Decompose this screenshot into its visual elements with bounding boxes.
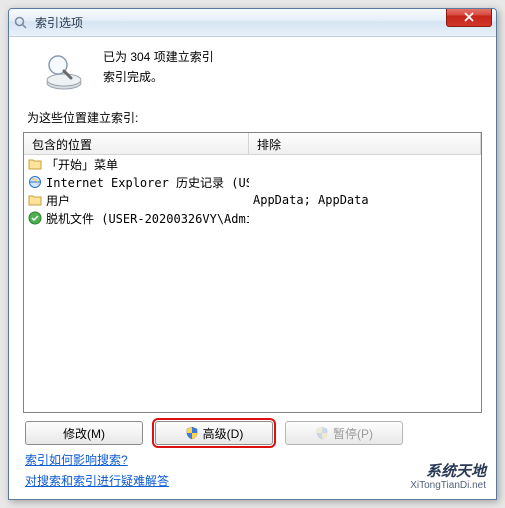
status-row: 已为 304 项建立索引 索引完成。 <box>23 47 482 91</box>
list-item-exclude: AppData; AppData <box>249 193 481 207</box>
advanced-button[interactable]: 高级(D) <box>155 421 273 445</box>
list-item-label: 用户 <box>46 192 70 209</box>
button-label: 高级(D) <box>203 425 244 442</box>
offline-files-icon <box>28 211 42 225</box>
list-item[interactable]: 脱机文件 (USER-20200326VY\Admin... <box>24 209 481 227</box>
locations-list: 包含的位置 排除 「开始」菜单 <box>23 132 482 413</box>
help-link-troubleshoot[interactable]: 对搜索和索引进行疑难解答 <box>25 472 169 489</box>
list-item-label: Internet Explorer 历史记录 (USE... <box>46 174 249 191</box>
pause-button: 暂停(P) <box>285 421 403 445</box>
window-title: 索引选项 <box>35 14 83 31</box>
folder-icon <box>28 157 42 171</box>
list-item[interactable]: 用户 AppData; AppData <box>24 191 481 209</box>
dialog-content: 已为 304 项建立索引 索引完成。 为这些位置建立索引: 包含的位置 排除 「… <box>9 37 496 499</box>
button-row: 修改(M) 高级(D) <box>23 421 482 445</box>
list-header: 包含的位置 排除 <box>24 133 481 155</box>
titlebar: 索引选项 <box>9 9 496 37</box>
search-icon <box>13 15 29 31</box>
help-links: 索引如何影响搜索? 对搜索和索引进行疑难解答 <box>23 451 482 489</box>
list-item-label: 「开始」菜单 <box>46 156 118 173</box>
list-item[interactable]: 「开始」菜单 <box>24 155 481 173</box>
uac-shield-icon <box>185 426 199 440</box>
status-line-count: 已为 304 项建立索引 <box>103 47 214 67</box>
button-label: 修改(M) <box>63 425 105 442</box>
button-label: 暂停(P) <box>333 425 373 442</box>
folder-icon <box>28 193 42 207</box>
column-header-exclude[interactable]: 排除 <box>249 133 481 154</box>
list-item[interactable]: Internet Explorer 历史记录 (USE... <box>24 173 481 191</box>
status-text: 已为 304 项建立索引 索引完成。 <box>103 47 214 87</box>
ie-icon <box>28 175 42 189</box>
help-link-search[interactable]: 索引如何影响搜索? <box>25 451 128 468</box>
status-line-complete: 索引完成。 <box>103 67 214 87</box>
locations-label: 为这些位置建立索引: <box>27 109 482 126</box>
list-body: 「开始」菜单 Internet Explorer 历史记录 (USE... <box>24 155 481 412</box>
modify-button[interactable]: 修改(M) <box>25 421 143 445</box>
dialog-window: 索引选项 已为 304 项建立索引 索引完成。 为这些位置 <box>8 8 497 500</box>
close-button[interactable] <box>446 8 492 27</box>
column-header-location[interactable]: 包含的位置 <box>24 133 249 154</box>
drive-search-icon <box>43 49 85 91</box>
list-item-label: 脱机文件 (USER-20200326VY\Admin... <box>46 210 249 227</box>
uac-shield-icon <box>315 426 329 440</box>
